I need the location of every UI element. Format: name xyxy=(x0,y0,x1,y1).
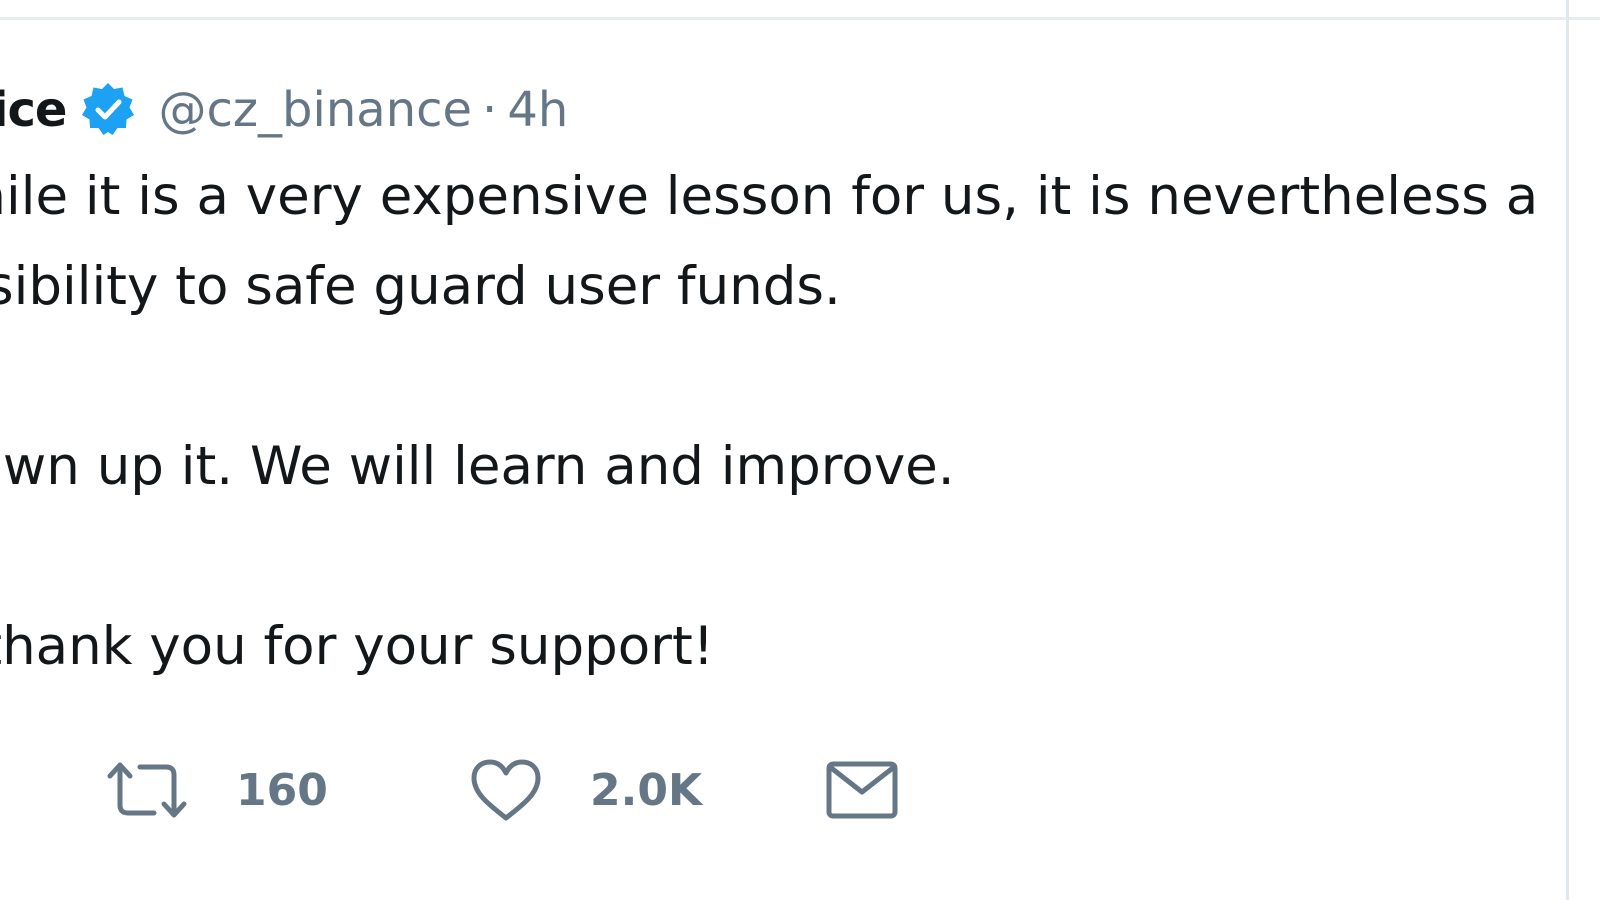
top-divider xyxy=(0,17,1600,20)
tweet-text: While it is a very expensive lesson for … xyxy=(0,152,1600,692)
like-count: 2.0K xyxy=(590,764,703,816)
retweet-count: 160 xyxy=(236,764,328,816)
tweet-text-line: d own up it. We will learn and improve. xyxy=(0,436,955,497)
author-name[interactable]: ice xyxy=(0,70,67,150)
tweet-text-line xyxy=(0,512,1600,602)
envelope-icon xyxy=(824,758,900,822)
tweet-text-line xyxy=(0,332,1600,422)
verified-badge-icon xyxy=(78,80,138,140)
tweet-text-line: onsibility to safe guard user funds. xyxy=(0,256,841,317)
retweet-icon xyxy=(104,759,190,821)
tweet-timestamp[interactable]: 4h xyxy=(507,70,568,150)
tweet-text-line: s, thank you for your support! xyxy=(0,616,714,677)
heart-icon xyxy=(468,756,544,824)
like-button[interactable]: 2.0K xyxy=(468,745,702,835)
retweet-button[interactable]: 160 xyxy=(104,745,328,835)
author-handle[interactable]: @cz_binance xyxy=(158,70,472,150)
tweet-header: ice @cz_binance · 4h xyxy=(0,70,568,150)
time-separator: · xyxy=(482,82,498,138)
direct-message-button[interactable] xyxy=(824,745,900,835)
tweet-text-line: While it is a very expensive lesson for … xyxy=(0,166,1539,227)
